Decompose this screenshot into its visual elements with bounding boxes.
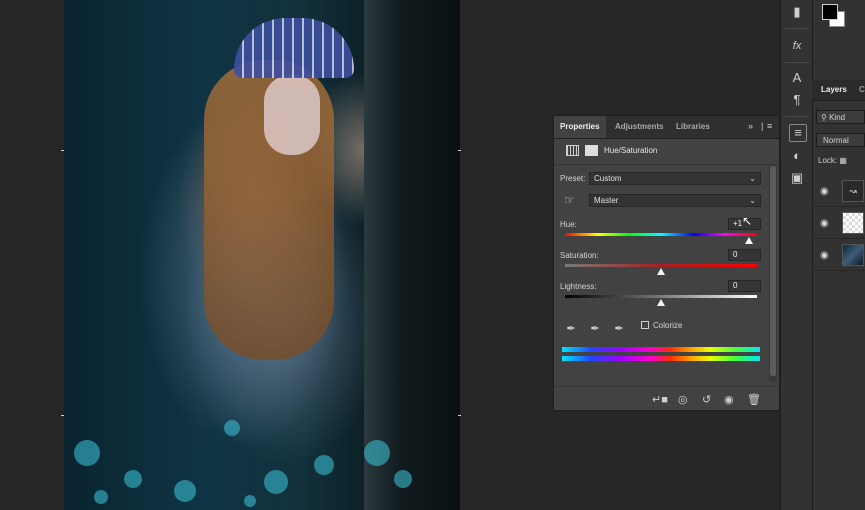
mouse-pointer-icon: ↖ <box>742 214 753 228</box>
bokeh-light <box>94 490 108 504</box>
chevron-down-icon: ⌄ <box>749 174 756 183</box>
lightness-value-field[interactable]: 0 <box>728 280 761 292</box>
layer-filter-kind[interactable]: ⚲ Kind <box>816 110 865 124</box>
preset-label: Preset: <box>560 174 586 183</box>
channel-select[interactable]: Master ⌄ <box>589 194 761 207</box>
scrollbar-thumb[interactable] <box>770 166 776 376</box>
saturation-label: Saturation: <box>560 251 599 260</box>
layers-tabbar: Layers C <box>812 80 865 101</box>
saturation-slider-track[interactable] <box>565 264 757 267</box>
adjustment-header: Hue/Saturation <box>554 138 779 165</box>
layer-row[interactable]: ◉ <box>812 208 865 239</box>
lock-label: Lock: ▦ <box>818 156 847 165</box>
photo-face <box>264 75 320 155</box>
visibility-eye-icon[interactable]: ◉ <box>820 186 829 197</box>
lock-transparent-icon[interactable]: ▦ <box>839 156 847 165</box>
libraries-icon[interactable]: ▣ <box>789 170 805 186</box>
hue-slider-track[interactable] <box>565 233 757 236</box>
comment-icon[interactable]: ▮ <box>789 4 805 20</box>
saturation-slider-handle[interactable] <box>657 268 665 275</box>
hue-saturation-adjustment-layer[interactable]: ↝ <box>842 180 864 202</box>
fx-icon[interactable]: fx <box>789 38 805 54</box>
layer-row[interactable]: ◉ ↝ <box>812 176 865 207</box>
visibility-eye-icon[interactable]: ◉ <box>820 218 829 229</box>
bokeh-light <box>364 440 390 466</box>
bokeh-light <box>174 480 196 502</box>
divider <box>785 62 809 63</box>
tab-libraries[interactable]: Libraries <box>670 116 716 138</box>
properties-footer: ↵■ ◎ ↺ ◉ 🗑 <box>554 386 779 411</box>
styles-icon[interactable]: ◐ <box>789 148 805 164</box>
eyedropper-plus-icon[interactable]: ✒ <box>588 322 602 336</box>
collapse-panels-icon[interactable]: » <box>748 121 753 131</box>
clip-to-layer-icon[interactable]: ↵■ <box>652 393 668 406</box>
character-icon[interactable]: A <box>789 70 805 86</box>
view-previous-state-icon[interactable]: ◎ <box>678 393 688 406</box>
source-color-bar <box>562 347 760 352</box>
reset-icon[interactable]: ↺ <box>702 393 711 406</box>
on-image-adjust-icon[interactable]: ☞ <box>564 193 575 207</box>
preset-value: Custom <box>594 174 622 183</box>
paragraph-icon[interactable]: ¶ <box>789 92 805 108</box>
search-icon: ⚲ <box>821 113 827 122</box>
lightness-slider-track[interactable] <box>565 295 757 298</box>
chevron-down-icon: ⌄ <box>749 196 756 205</box>
bokeh-light <box>74 440 100 466</box>
tab-channels[interactable]: C <box>859 85 865 94</box>
hue-slider-handle[interactable] <box>745 237 754 244</box>
bokeh-light <box>224 420 240 436</box>
saturation-value-field[interactable]: 0 <box>728 249 761 261</box>
lightness-slider-handle[interactable] <box>657 299 665 306</box>
tab-adjustments[interactable]: Adjustments <box>609 116 669 138</box>
panel-icon-strip: ▮ fx A ¶ ≡ ◐ ▣ <box>780 0 813 510</box>
divider <box>785 28 809 29</box>
transform-handle[interactable] <box>458 150 461 151</box>
photo-image <box>64 0 460 510</box>
bokeh-light <box>124 470 142 488</box>
result-color-bar <box>562 356 760 361</box>
lightness-label: Lightness: <box>560 282 597 291</box>
tab-layers[interactable]: Layers <box>821 85 847 94</box>
eyedropper-icon[interactable]: ✒ <box>564 322 578 336</box>
trash-icon[interactable]: 🗑 <box>747 393 761 406</box>
bokeh-light <box>394 470 412 488</box>
properties-panel: Properties Adjustments Libraries » | ≡ H… <box>553 115 780 411</box>
transform-handle[interactable] <box>61 150 64 151</box>
tab-properties[interactable]: Properties <box>554 116 606 138</box>
preset-select[interactable]: Custom ⌄ <box>589 172 761 185</box>
photo-hat <box>234 18 354 78</box>
toggle-visibility-eye-icon[interactable]: ◉ <box>724 393 734 406</box>
panel-divider-icon: | <box>761 121 764 131</box>
bokeh-light <box>244 495 256 507</box>
adjustments-icon[interactable]: ≡ <box>789 124 807 142</box>
photo-layer-thumbnail[interactable] <box>842 244 864 266</box>
bokeh-light <box>264 470 288 494</box>
divider <box>785 116 809 117</box>
adjustment-grid-icon <box>566 145 579 156</box>
visibility-eye-icon[interactable]: ◉ <box>820 250 829 261</box>
layer-mask-icon[interactable] <box>585 145 598 156</box>
layer-checker-thumbnail[interactable] <box>842 212 864 234</box>
panel-menu-icon[interactable]: ≡ <box>767 121 772 131</box>
layer-row[interactable]: ◉ <box>812 240 865 271</box>
properties-tabbar: Properties Adjustments Libraries » | ≡ <box>554 116 779 139</box>
kind-label: Kind <box>829 113 846 122</box>
eyedropper-minus-icon[interactable]: ✒ <box>612 322 626 336</box>
blend-mode-select[interactable]: Normal <box>816 133 865 147</box>
colorize-checkbox[interactable] <box>641 321 649 329</box>
colorize-label: Colorize <box>653 321 683 330</box>
bokeh-light <box>314 455 334 475</box>
properties-scrollbar[interactable] <box>769 164 777 382</box>
transform-handle[interactable] <box>458 415 461 416</box>
hue-label: Hue: <box>560 220 577 229</box>
transform-handle[interactable] <box>61 415 64 416</box>
adjustment-title: Hue/Saturation <box>604 146 658 155</box>
channel-value: Master <box>594 196 619 205</box>
foreground-color-swatch[interactable] <box>822 4 838 20</box>
